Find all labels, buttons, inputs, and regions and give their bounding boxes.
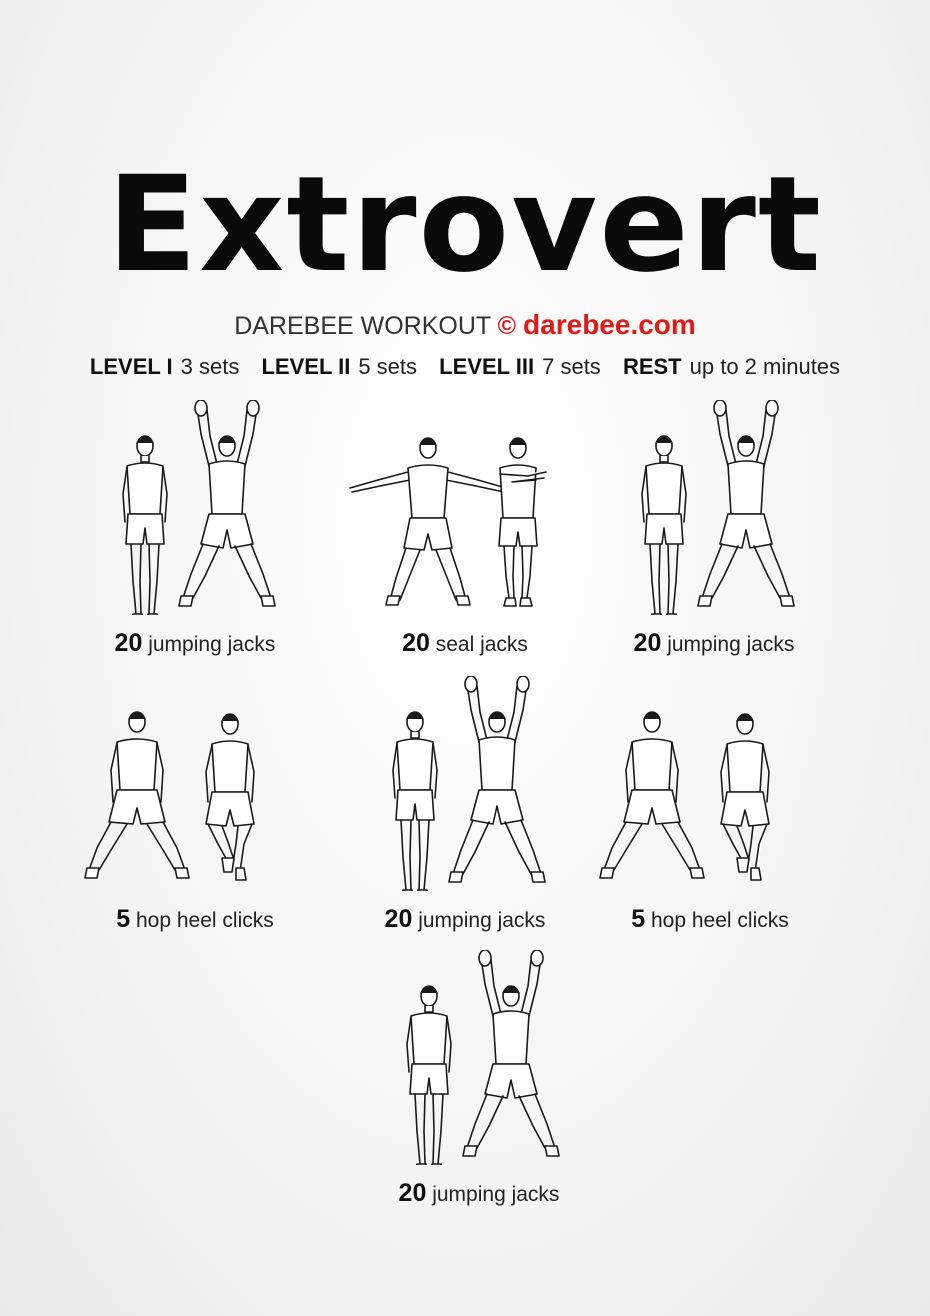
- exercise-name: jumping jacks: [418, 909, 546, 932]
- exercise-name: seal jacks: [435, 633, 528, 656]
- exercise-reps: 20: [402, 629, 430, 657]
- level-1-value: 3 sets: [180, 354, 240, 379]
- exercise-card: 5 hop heel clicks: [560, 676, 860, 936]
- exercise-card: 5 hop heel clicks: [45, 676, 345, 936]
- level-3-value: 7 sets: [542, 354, 601, 379]
- rest-label: REST: [622, 354, 682, 379]
- exercise-caption: 20 jumping jacks: [45, 628, 345, 660]
- workout-subtitle: DAREBEE WORKOUT © darebee.com: [0, 308, 930, 343]
- exercise-reps: 5: [116, 905, 131, 933]
- jumping-jacks-illustration: [122, 400, 276, 615]
- exercise-name: jumping jacks: [148, 633, 276, 656]
- exercise-name: jumping jacks: [667, 633, 795, 656]
- jumping-jacks-illustration: [406, 950, 560, 1165]
- workout-title: Extrovert: [107, 148, 823, 302]
- exercise-caption: 5 hop heel clicks: [560, 904, 860, 936]
- exercise-reps: 20: [114, 629, 143, 657]
- levels-line: LEVEL I 3 sets LEVEL II 5 sets LEVEL III 7 …: [0, 352, 930, 382]
- level-1-label: LEVEL I: [89, 354, 173, 379]
- exercise-caption: 20 jumping jacks: [564, 628, 864, 660]
- exercise-reps: 5: [631, 905, 646, 933]
- exercise-name: jumping jacks: [432, 1183, 560, 1206]
- site-link[interactable]: darebee.com: [523, 309, 696, 340]
- exercise-reps: 20: [384, 905, 413, 933]
- copyright-symbol: ©: [497, 312, 517, 340]
- exercise-reps: 20: [633, 629, 662, 657]
- subtitle-prefix: DAREBEE WORKOUT: [234, 312, 491, 340]
- exercise-card: 20 jumping jacks: [329, 950, 629, 1210]
- rest-value: up to 2 minutes: [689, 354, 841, 379]
- exercise-reps: 20: [398, 1179, 427, 1207]
- exercise-caption: 5 hop heel clicks: [45, 904, 345, 936]
- exercise-card: 20 jumping jacks: [564, 400, 864, 660]
- exercise-name: hop heel clicks: [651, 909, 789, 932]
- exercise-card: 20 jumping jacks: [45, 400, 345, 660]
- hop-heel-clicks-illustration: [84, 711, 255, 881]
- level-2-label: LEVEL II: [261, 354, 351, 379]
- jumping-jacks-illustration: [641, 400, 795, 615]
- exercise-name: hop heel clicks: [136, 909, 274, 932]
- level-2-value: 5 sets: [358, 354, 418, 379]
- exercise-caption: 20 jumping jacks: [329, 1178, 629, 1210]
- level-3-label: LEVEL III: [439, 354, 535, 379]
- hop-heel-clicks-illustration: [599, 711, 770, 881]
